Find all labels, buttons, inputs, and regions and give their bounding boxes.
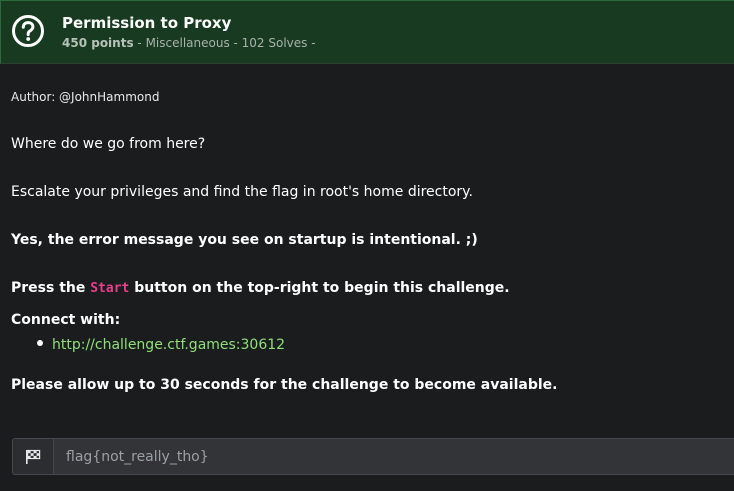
flag-submit-row <box>12 438 734 475</box>
challenge-category-solves: - Miscellaneous - 102 Solves - <box>133 36 316 50</box>
flag-submit-button[interactable] <box>12 438 53 475</box>
connect-label: Connect with: <box>11 312 121 328</box>
bullet-icon <box>37 340 43 346</box>
flag-input[interactable] <box>53 438 734 475</box>
challenge-title: Permission to Proxy <box>62 14 232 32</box>
question-circle-icon <box>12 15 44 47</box>
challenge-meta: 450 points - Miscellaneous - 102 Solves … <box>62 36 316 50</box>
start-suffix: button on the top-right to begin this ch… <box>129 280 510 296</box>
checkered-flag-icon <box>26 449 41 464</box>
connect-link[interactable]: http://challenge.ctf.games:30612 <box>52 337 285 353</box>
challenge-author: Author: @JohnHammond <box>11 90 160 104</box>
challenge-points: 450 points <box>62 36 134 50</box>
description-line-start: Press the Start button on the top-right … <box>11 280 510 296</box>
challenge-header[interactable]: Permission to Proxy 450 points - Miscell… <box>0 0 734 64</box>
description-line-note: Yes, the error message you see on startu… <box>11 232 478 248</box>
challenge-page: Permission to Proxy 450 points - Miscell… <box>0 0 734 491</box>
availability-note: Please allow up to 30 seconds for the ch… <box>11 377 558 393</box>
start-prefix: Press the <box>11 280 91 296</box>
description-line-task: Escalate your privileges and find the fl… <box>11 184 473 200</box>
start-code: Start <box>90 281 130 296</box>
description-line-intro: Where do we go from here? <box>11 136 206 152</box>
connect-list-item: http://challenge.ctf.games:30612 <box>37 337 285 353</box>
